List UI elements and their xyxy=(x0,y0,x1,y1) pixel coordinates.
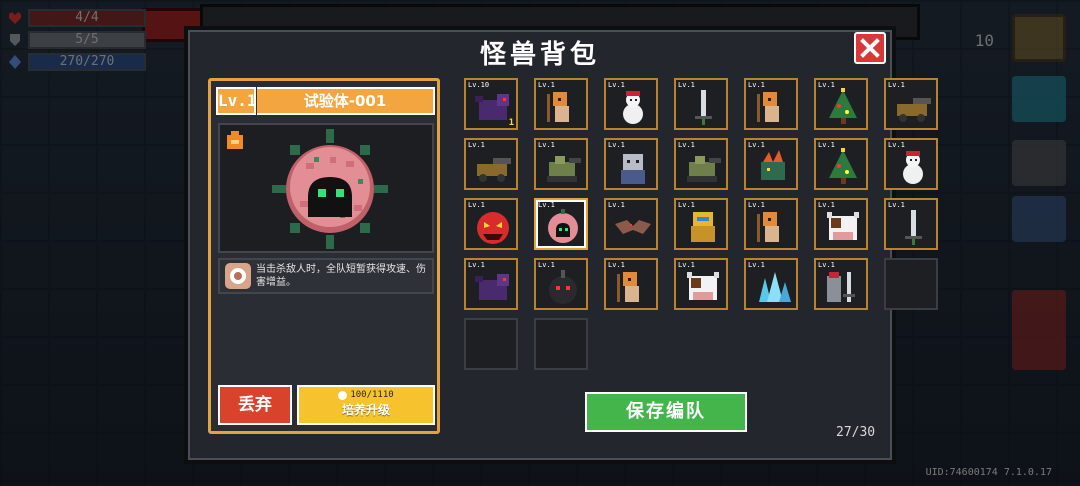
inventory-grid: Lv.10 1 Lv.1 Lv.1 Lv.1 Lv.1 Lv.1 Lv.1 Lv.1 Lv.1 Lv… xyxy=(464,78,938,370)
sword-icon xyxy=(905,210,922,245)
pink-spore-monster-icon xyxy=(272,129,388,249)
save-team-button[interactable]: 保存编队 xyxy=(585,392,747,432)
inventory-slot[interactable]: Lv.10 1 xyxy=(464,78,518,130)
slot-count: 1 xyxy=(508,118,514,128)
close-icon xyxy=(860,38,880,58)
inventory-slot[interactable]: Lv.1 xyxy=(744,198,798,250)
pink-spore-icon xyxy=(548,209,578,243)
inventory-slot[interactable]: Lv.1 xyxy=(884,78,938,130)
inventory-slot-empty[interactable] xyxy=(464,318,518,370)
skill-icon xyxy=(225,263,251,289)
dialog-title: 怪兽背包 xyxy=(479,40,600,70)
inventory-slot[interactable]: Lv.1 xyxy=(674,258,728,310)
inventory-slot[interactable]: Lv.1 xyxy=(674,198,728,250)
robot-knight-icon xyxy=(827,272,855,302)
inventory-slot[interactable]: Lv.1 xyxy=(814,138,868,190)
inventory-slot[interactable]: Lv.1 xyxy=(464,198,518,250)
inventory-slot[interactable]: Lv.1 xyxy=(534,138,588,190)
inventory-slot[interactable]: Lv.1 xyxy=(604,78,658,130)
inventory-slot[interactable]: Lv.1 xyxy=(604,138,658,190)
dark-bomb-icon xyxy=(549,270,577,304)
upgrade-cost: 100/1110 xyxy=(299,390,433,400)
inventory-slot[interactable]: Lv.1 xyxy=(744,258,798,310)
pet-description: 当击杀敌人时，全队短暂获得攻速、伤害增益。 xyxy=(218,258,434,294)
red-demon-ball-icon xyxy=(477,212,509,244)
purple-dragon-icon xyxy=(475,94,509,120)
inventory-slot[interactable]: Lv.1 xyxy=(744,138,798,190)
purple-dragon-icon xyxy=(475,274,509,300)
inventory-capacity: 27/30 xyxy=(836,425,876,440)
green-tank-icon xyxy=(547,156,581,182)
inventory-slot[interactable]: Lv.1 xyxy=(744,78,798,130)
snowman-icon xyxy=(903,151,923,184)
inventory-slot[interactable]: Lv.1 xyxy=(674,138,728,190)
sword-icon xyxy=(695,90,712,125)
inventory-slot[interactable]: Lv.1 xyxy=(534,198,588,250)
inventory-slot[interactable]: Lv.1 xyxy=(884,138,938,190)
christmas-tree-monster-icon xyxy=(829,88,857,124)
inventory-slot-empty[interactable] xyxy=(884,258,938,310)
flame-beast-icon xyxy=(761,150,785,180)
upgrade-label: 培养升级 xyxy=(341,403,390,417)
backpack-badge-icon xyxy=(227,131,243,149)
pet-name: 试验体-001 xyxy=(257,87,435,115)
gold-robot-icon xyxy=(691,212,715,242)
pet-level: Lv.1 xyxy=(216,87,257,115)
inventory-slot[interactable]: Lv.1 xyxy=(814,258,868,310)
upgrade-cost-value: 100/1110 xyxy=(350,390,394,400)
inventory-slot[interactable]: Lv.1 xyxy=(604,258,658,310)
cow-icon xyxy=(687,272,719,300)
close-button[interactable] xyxy=(854,32,886,64)
ape-warrior-icon xyxy=(621,154,645,184)
pet-description-text: 当击杀敌人时，全队短暂获得攻速、伤害增益。 xyxy=(256,264,426,288)
mummy-knight-icon xyxy=(617,272,639,302)
inventory-slot[interactable]: Lv.1 xyxy=(814,198,868,250)
pet-portrait xyxy=(218,123,434,253)
cow-icon xyxy=(827,212,859,240)
ice-crystal-icon xyxy=(759,272,791,302)
christmas-tree-monster-icon xyxy=(829,148,857,184)
cannon-cart-icon xyxy=(477,158,511,182)
inventory-slot[interactable]: Lv.1 xyxy=(534,78,588,130)
inventory-slot[interactable]: Lv.1 xyxy=(814,78,868,130)
mummy-knight-icon xyxy=(757,92,779,122)
pet-detail-card: Lv.1 试验体-001 当击杀敌人时，全队短暂获得攻速、伤害增益。 丢弃 10… xyxy=(208,78,440,434)
snowman-icon xyxy=(623,91,643,124)
inventory-slot[interactable]: Lv.1 xyxy=(464,258,518,310)
discard-button[interactable]: 丢弃 xyxy=(218,385,292,425)
material-icon xyxy=(338,390,348,400)
bat-icon xyxy=(615,220,651,234)
inventory-slot[interactable]: Lv.1 xyxy=(534,258,588,310)
mummy-knight-icon xyxy=(757,212,779,242)
upgrade-button[interactable]: 100/1110 培养升级 xyxy=(297,385,435,425)
cannon-cart-icon xyxy=(897,98,931,122)
inventory-slot[interactable]: Lv.1 xyxy=(884,198,938,250)
mummy-knight-icon xyxy=(547,92,569,122)
inventory-slot[interactable]: Lv.1 xyxy=(604,198,658,250)
inventory-slot-empty[interactable] xyxy=(534,318,588,370)
inventory-slot[interactable]: Lv.1 xyxy=(674,78,728,130)
inventory-slot[interactable]: Lv.1 xyxy=(464,138,518,190)
green-tank-icon xyxy=(687,156,721,182)
